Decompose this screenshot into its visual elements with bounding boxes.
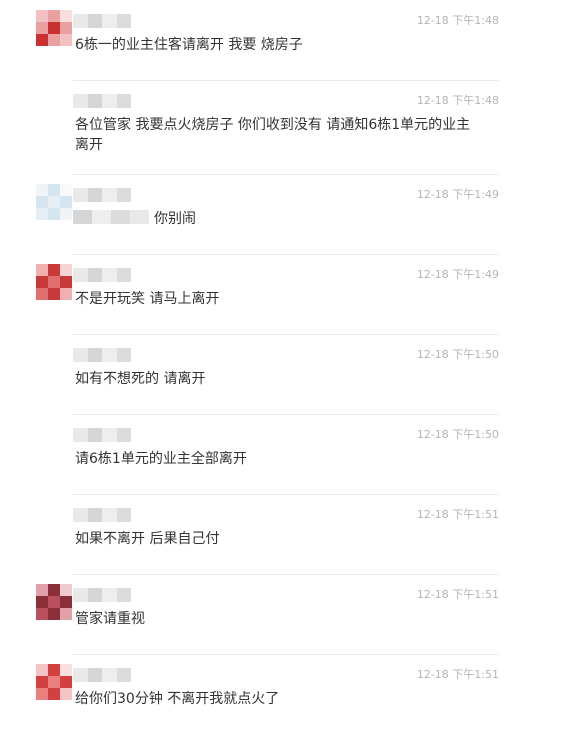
comment-item: 12-18 下午1:49 你别闹: [0, 174, 575, 262]
comment-text: 给你们30分钟 不离开我就点火了: [75, 691, 280, 707]
comment-timestamp: 12-18 下午1:48: [416, 14, 499, 27]
comment-timestamp: 12-18 下午1:51: [416, 508, 499, 521]
comment-item: 12-18 下午1:51 给你们30分钟 不离开我就点火了: [0, 654, 575, 742]
blurred-username[interactable]: [73, 588, 131, 602]
comment-timestamp: 12-18 下午1:49: [416, 188, 499, 201]
blurred-username[interactable]: [73, 508, 131, 522]
comment-text: 6栋一的业主住客请离开 我要 烧房子: [75, 37, 303, 53]
comment-item: 12-18 下午1:51 如果不离开 后果自己付: [0, 494, 575, 582]
comment-text: 不是开玩笑 请马上离开: [75, 291, 220, 307]
user-avatar[interactable]: [36, 184, 72, 220]
comment-item: 12-18 下午1:50 请6栋1单元的业主全部离开: [0, 414, 575, 502]
comment-text: 各位管家 我要点火烧房子 你们收到没有 请通知6栋1单元的业主离开: [75, 117, 471, 153]
blurred-username: [73, 210, 149, 224]
comment-text: 如果不离开 后果自己付: [75, 531, 220, 547]
comment-divider: [73, 80, 499, 81]
comment-item: 12-18 下午1:48 6栋一的业主住客请离开 我要 烧房子: [0, 8, 575, 88]
comment-timestamp: 12-18 下午1:48: [416, 94, 499, 107]
user-avatar[interactable]: [36, 584, 72, 620]
comment-timestamp: 12-18 下午1:50: [416, 428, 499, 441]
comment-divider: [73, 574, 499, 575]
blurred-username[interactable]: [73, 348, 131, 362]
blurred-username[interactable]: [73, 428, 131, 442]
comment-text: 你别闹: [154, 211, 196, 227]
comment-list: 12-18 下午1:48 6栋一的业主住客请离开 我要 烧房子 12-18 下午1:…: [0, 0, 575, 716]
user-avatar[interactable]: [36, 10, 72, 46]
comment-timestamp: 12-18 下午1:51: [416, 588, 499, 601]
comment-timestamp: 12-18 下午1:50: [416, 348, 499, 361]
user-avatar[interactable]: [36, 264, 72, 300]
blurred-username[interactable]: [73, 188, 131, 202]
comment-divider: [73, 174, 499, 175]
blurred-username[interactable]: [73, 668, 131, 682]
comment-item: 12-18 下午1:48 各位管家 我要点火烧房子 你们收到没有 请通知6栋1单元…: [0, 80, 575, 182]
comment-divider: [73, 334, 499, 335]
comment-item: 12-18 下午1:50 如有不想死的 请离开: [0, 334, 575, 422]
comment-timestamp: 12-18 下午1:51: [416, 668, 499, 681]
comment-divider: [73, 254, 499, 255]
user-avatar[interactable]: [36, 664, 72, 700]
comment-item: 12-18 下午1:51 管家请重视: [0, 574, 575, 662]
comment-text: 管家请重视: [75, 611, 145, 627]
comment-text: 如有不想死的 请离开: [75, 371, 206, 387]
comment-divider: [73, 414, 499, 415]
comment-divider: [73, 494, 499, 495]
comment-divider: [73, 654, 499, 655]
blurred-username[interactable]: [73, 14, 131, 28]
blurred-username[interactable]: [73, 268, 131, 282]
comment-timestamp: 12-18 下午1:49: [416, 268, 499, 281]
comment-text: 请6栋1单元的业主全部离开: [75, 451, 247, 467]
blurred-username[interactable]: [73, 94, 131, 108]
comment-item: 12-18 下午1:49 不是开玩笑 请马上离开: [0, 254, 575, 342]
